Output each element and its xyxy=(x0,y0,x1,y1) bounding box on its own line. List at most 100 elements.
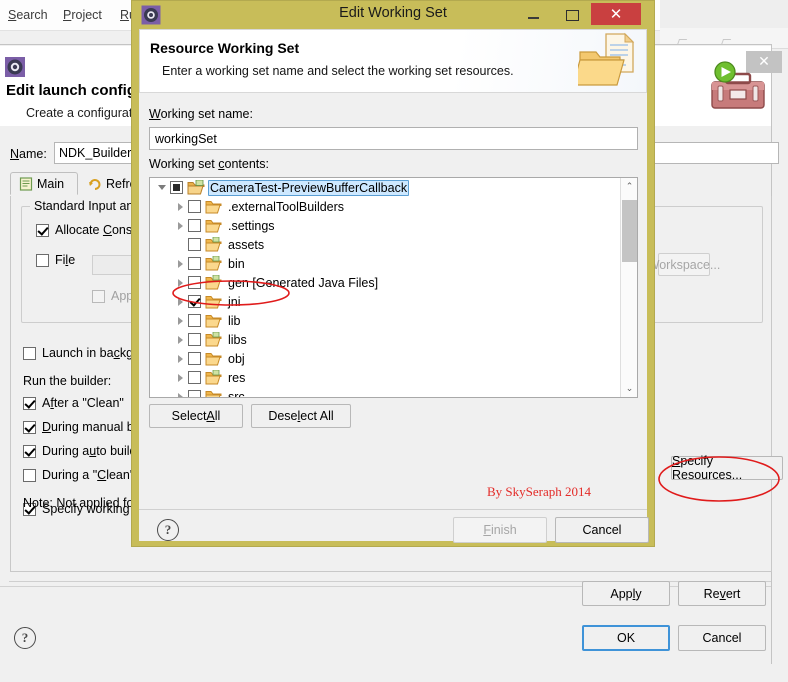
after-clean-label: After a "Clean" xyxy=(42,396,124,410)
tree-checkbox[interactable] xyxy=(188,219,201,232)
working-set-maximize-button[interactable] xyxy=(553,3,591,25)
workspace-button[interactable]: Workspace... xyxy=(648,253,720,276)
tree-twisty-placeholder xyxy=(174,235,188,254)
help-icon[interactable]: ? xyxy=(157,519,179,541)
tree-row-label: gen [Generated Java Files] xyxy=(228,275,379,290)
ok-button[interactable]: OK xyxy=(582,625,670,651)
cancel-button[interactable]: Cancel xyxy=(555,517,649,543)
watermark-text: By SkySeraph 2014 xyxy=(487,484,591,499)
tree-row[interactable]: CameraTest-PreviewBufferCallback xyxy=(150,178,620,197)
tree-row[interactable]: res xyxy=(150,368,620,387)
specify-resources-button[interactable]: Specify Resources... xyxy=(671,454,783,482)
tree-checkbox[interactable] xyxy=(188,200,201,213)
tree-row[interactable]: obj xyxy=(150,349,620,368)
scroll-up-arrow-icon[interactable]: ⌃ xyxy=(621,178,637,195)
tree-expand-arrow-icon[interactable] xyxy=(174,311,188,330)
cancel-button[interactable]: Cancel xyxy=(678,625,766,651)
file-checkbox-row[interactable]: File xyxy=(36,253,75,267)
during-clean-checkbox-row[interactable]: During a "Clean" xyxy=(23,468,134,482)
tree-row[interactable]: gen [Generated Java Files] xyxy=(150,273,620,292)
tree-row[interactable]: bin xyxy=(150,254,620,273)
during-clean-checkbox[interactable] xyxy=(23,468,36,482)
tree-row-label: bin xyxy=(228,256,245,271)
menu-project[interactable]: Project xyxy=(63,8,102,22)
working-set-name-input[interactable] xyxy=(149,127,638,150)
during-auto-checkbox-row[interactable]: During auto builds xyxy=(23,444,143,458)
finish-button[interactable]: Finish xyxy=(453,517,547,543)
deselect-all-button[interactable]: Dese l ect All xyxy=(251,404,351,428)
specify-resources-label: Specify Resources... xyxy=(672,454,743,482)
working-set-minimize-button[interactable] xyxy=(515,3,553,25)
during-auto-checkbox[interactable] xyxy=(23,444,36,458)
menu-search[interactable]: Search xyxy=(8,8,48,22)
working-set-content: Resource Working Set Enter a working set… xyxy=(139,29,649,543)
working-set-header: Resource Working Set Enter a working set… xyxy=(139,29,647,93)
scrollbar-thumb[interactable] xyxy=(622,200,637,262)
source-folder-icon xyxy=(205,236,222,252)
workbench-title-bar: ✕ xyxy=(660,0,788,28)
tree-row-label: assets xyxy=(228,237,265,252)
after-clean-checkbox-row[interactable]: After a "Clean" xyxy=(23,396,124,410)
tree-expand-arrow-icon[interactable] xyxy=(174,387,188,397)
select-all-button[interactable]: Select All xyxy=(149,404,243,428)
tree-row[interactable]: lib xyxy=(150,311,620,330)
during-manual-checkbox[interactable] xyxy=(23,420,36,434)
tree-row[interactable]: src xyxy=(150,387,620,397)
tree-row[interactable]: .settings xyxy=(150,216,620,235)
scroll-down-arrow-icon[interactable]: ⌄ xyxy=(621,380,637,397)
tree-row[interactable]: jni xyxy=(150,292,620,311)
launch-dialog-footer: App l y Re v ert ? OK Cancel xyxy=(0,581,771,665)
tree-checkbox[interactable] xyxy=(188,352,201,365)
file-label: File xyxy=(55,253,76,267)
launch-background-checkbox[interactable] xyxy=(23,346,36,360)
allocate-console-checkbox[interactable] xyxy=(36,223,49,237)
during-clean-label: During a "Clean" xyxy=(42,468,135,482)
tree-row-label: CameraTest-PreviewBufferCallback xyxy=(208,179,410,196)
file-checkbox[interactable] xyxy=(36,253,49,267)
working-set-name-label: Working set name: xyxy=(149,107,253,121)
tree-checkbox[interactable] xyxy=(188,371,201,384)
folder-icon xyxy=(205,351,222,366)
after-clean-checkbox[interactable] xyxy=(23,396,36,410)
folder-icon xyxy=(205,199,222,214)
toolbox-run-banner-icon xyxy=(704,56,772,118)
launch-name-label: Name: xyxy=(10,147,47,161)
tree-row[interactable]: .externalToolBuilders xyxy=(150,197,620,216)
working-set-close-button[interactable]: ✕ xyxy=(591,3,641,25)
source-folder-icon xyxy=(205,331,222,347)
tree-checkbox[interactable] xyxy=(188,390,201,397)
revert-button[interactable]: Re v ert xyxy=(678,581,766,606)
edit-working-set-dialog: Edit Working Set ✕ Resource Working Set … xyxy=(131,0,655,547)
tree-rows-container: CameraTest-PreviewBufferCallback .externa… xyxy=(150,178,620,397)
tree-vertical-scrollbar[interactable]: ⌃ ⌄ xyxy=(620,178,637,397)
tab-main[interactable]: Main xyxy=(10,172,78,195)
tree-expand-arrow-icon[interactable] xyxy=(174,368,188,387)
tree-expand-arrow-icon[interactable] xyxy=(174,292,188,311)
folder-document-banner-icon xyxy=(572,32,640,90)
tree-checkbox[interactable] xyxy=(188,314,201,327)
tree-checkbox[interactable] xyxy=(188,295,201,308)
tree-expand-arrow-icon[interactable] xyxy=(156,178,170,197)
apply-button[interactable]: App l y xyxy=(582,581,670,606)
tree-expand-arrow-icon[interactable] xyxy=(174,349,188,368)
tree-checkbox[interactable] xyxy=(188,333,201,346)
tree-row-label: obj xyxy=(228,351,245,366)
tree-expand-arrow-icon[interactable] xyxy=(174,216,188,235)
tree-row[interactable]: libs xyxy=(150,330,620,349)
working-set-header-subtitle: Enter a working set name and select the … xyxy=(162,64,514,78)
tab-main-label: Main xyxy=(37,176,65,191)
tree-checkbox[interactable] xyxy=(188,276,201,289)
tree-expand-arrow-icon[interactable] xyxy=(174,254,188,273)
tree-checkbox[interactable] xyxy=(188,238,201,251)
tree-expand-arrow-icon[interactable] xyxy=(174,273,188,292)
tree-expand-arrow-icon[interactable] xyxy=(174,330,188,349)
tree-row-label: .externalToolBuilders xyxy=(228,199,345,214)
help-icon[interactable]: ? xyxy=(14,627,36,649)
tree-checkbox[interactable] xyxy=(170,181,183,194)
working-set-tree[interactable]: CameraTest-PreviewBufferCallback .externa… xyxy=(149,177,638,398)
tree-checkbox[interactable] xyxy=(188,257,201,270)
working-set-divider xyxy=(139,509,647,510)
tree-row[interactable]: assets xyxy=(150,235,620,254)
refresh-icon xyxy=(88,177,102,191)
tree-expand-arrow-icon[interactable] xyxy=(174,197,188,216)
